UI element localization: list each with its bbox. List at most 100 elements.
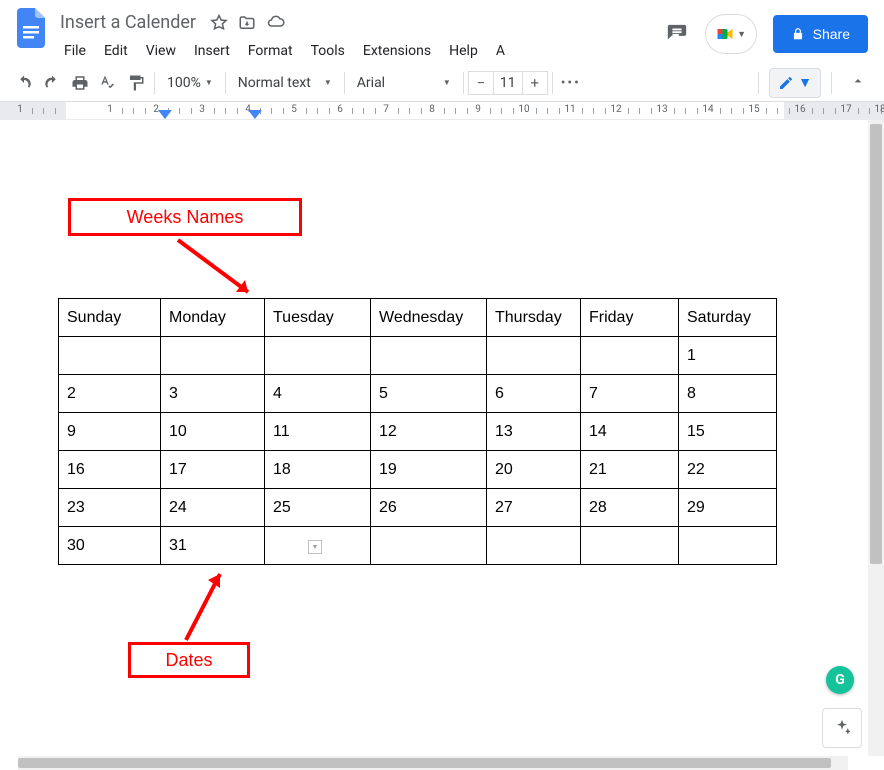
vertical-scroll-thumb[interactable] <box>870 124 882 564</box>
menu-edit[interactable]: Edit <box>96 39 136 63</box>
calendar-date-cell[interactable]: 20 <box>487 451 581 489</box>
paragraph-style-dropdown[interactable]: Normal text▼ <box>230 69 340 97</box>
calendar-date-cell[interactable]: 10 <box>161 413 265 451</box>
calendar-table[interactable]: SundayMondayTuesdayWednesdayThursdayFrid… <box>58 298 777 565</box>
menu-extensions[interactable]: Extensions <box>355 39 439 63</box>
table-cell-menu-icon[interactable]: ▼ <box>308 540 322 554</box>
calendar-date-cell[interactable]: 28 <box>581 489 679 527</box>
calendar-header-cell[interactable]: Wednesday <box>371 299 487 337</box>
calendar-date-cell[interactable]: 19 <box>371 451 487 489</box>
calendar-date-cell[interactable]: 7 <box>581 375 679 413</box>
more-toolbar-button[interactable]: ••• <box>557 69 585 97</box>
comments-icon[interactable] <box>665 22 689 46</box>
calendar-date-cell[interactable] <box>265 337 371 375</box>
menu-view[interactable]: View <box>138 39 184 63</box>
calendar-date-cell[interactable]: 30 <box>59 527 161 565</box>
calendar-date-cell[interactable]: 5 <box>371 375 487 413</box>
calendar-header-cell[interactable]: Tuesday <box>265 299 371 337</box>
calendar-date-cell[interactable] <box>161 337 265 375</box>
calendar-date-cell[interactable]: 4 <box>265 375 371 413</box>
left-indent-marker[interactable] <box>158 110 172 120</box>
editing-mode-button[interactable]: ▼ <box>769 68 821 98</box>
menu-format[interactable]: Format <box>240 39 301 63</box>
undo-button[interactable] <box>10 69 38 97</box>
calendar-date-cell[interactable]: 8 <box>679 375 777 413</box>
calendar-date-cell[interactable]: 6 <box>487 375 581 413</box>
menu-accessibility[interactable]: A <box>488 39 513 63</box>
font-dropdown[interactable]: Arial▼ <box>349 69 459 97</box>
horizontal-scrollbar[interactable] <box>18 756 848 770</box>
calendar-date-cell[interactable] <box>487 337 581 375</box>
table-row: 1 <box>59 337 777 375</box>
calendar-date-cell[interactable]: 13 <box>487 413 581 451</box>
font-size-decrease[interactable]: − <box>469 74 493 92</box>
calendar-date-cell[interactable]: 21 <box>581 451 679 489</box>
horizontal-scroll-thumb[interactable] <box>18 758 831 768</box>
calendar-date-cell[interactable] <box>371 337 487 375</box>
calendar-date-cell[interactable]: 12 <box>371 413 487 451</box>
move-folder-icon[interactable] <box>238 14 256 32</box>
calendar-date-cell[interactable] <box>59 337 161 375</box>
calendar-date-cell[interactable]: 24 <box>161 489 265 527</box>
calendar-date-cell[interactable]: 9 <box>59 413 161 451</box>
grammarly-icon[interactable]: G <box>826 666 854 694</box>
calendar-date-cell[interactable] <box>679 527 777 565</box>
document-title[interactable]: Insert a Calender <box>56 10 200 35</box>
menu-help[interactable]: Help <box>441 39 486 63</box>
calendar-date-cell[interactable]: 3 <box>161 375 265 413</box>
font-size-value[interactable]: 11 <box>493 72 523 94</box>
menu-file[interactable]: File <box>56 39 94 63</box>
menu-insert[interactable]: Insert <box>186 39 238 63</box>
ruler-number: 1 <box>17 104 23 115</box>
calendar-date-cell[interactable]: 26 <box>371 489 487 527</box>
calendar-header-cell[interactable]: Monday <box>161 299 265 337</box>
calendar-date-cell[interactable] <box>581 527 679 565</box>
calendar-date-cell[interactable]: 2 <box>59 375 161 413</box>
calendar-date-cell[interactable]: 15 <box>679 413 777 451</box>
calendar-date-cell[interactable]: 22 <box>679 451 777 489</box>
calendar-header-cell[interactable]: Sunday <box>59 299 161 337</box>
ruler-number: 1 <box>107 104 113 115</box>
docs-logo-icon[interactable] <box>12 8 52 48</box>
calendar-date-cell[interactable]: 16 <box>59 451 161 489</box>
calendar-date-cell[interactable] <box>487 527 581 565</box>
print-button[interactable] <box>66 69 94 97</box>
calendar-header-cell[interactable]: Friday <box>581 299 679 337</box>
explore-button[interactable] <box>822 708 862 748</box>
page[interactable]: Weeks Names Dates SundayMondayTuesdayWed… <box>0 120 855 756</box>
calendar-date-cell[interactable] <box>371 527 487 565</box>
calendar-date-cell[interactable]: 11 <box>265 413 371 451</box>
star-icon[interactable] <box>210 14 228 32</box>
calendar-header-cell[interactable]: Saturday <box>679 299 777 337</box>
paint-format-button[interactable] <box>122 69 150 97</box>
collapse-toolbar-button[interactable] <box>842 73 874 93</box>
calendar-date-cell[interactable]: 18 <box>265 451 371 489</box>
share-button[interactable]: Share <box>773 15 868 53</box>
document-area[interactable]: Weeks Names Dates SundayMondayTuesdayWed… <box>0 120 868 756</box>
calendar-date-cell[interactable]: 17 <box>161 451 265 489</box>
ruler-number: 14 <box>702 104 713 115</box>
calendar-date-cell[interactable]: 1 <box>679 337 777 375</box>
zoom-dropdown[interactable]: 100%▼ <box>159 69 221 97</box>
vertical-scrollbar[interactable] <box>868 120 884 756</box>
menu-tools[interactable]: Tools <box>303 39 353 63</box>
cloud-status-icon[interactable] <box>266 14 286 32</box>
ruler-number: 9 <box>475 104 481 115</box>
right-indent-marker[interactable] <box>248 110 262 120</box>
meet-button[interactable]: ▼ <box>705 14 757 54</box>
horizontal-ruler[interactable]: 1123456789101112131415161718 <box>0 102 884 120</box>
font-size-control: − 11 + <box>468 71 548 95</box>
calendar-date-cell[interactable]: 27 <box>487 489 581 527</box>
calendar-date-cell[interactable]: 29 <box>679 489 777 527</box>
ruler-number: 11 <box>564 104 575 115</box>
calendar-date-cell[interactable]: 31 <box>161 527 265 565</box>
redo-button[interactable] <box>38 69 66 97</box>
font-size-increase[interactable]: + <box>523 74 547 92</box>
table-row: 2345678 <box>59 375 777 413</box>
calendar-date-cell[interactable]: 23 <box>59 489 161 527</box>
calendar-date-cell[interactable]: 25 <box>265 489 371 527</box>
calendar-header-cell[interactable]: Thursday <box>487 299 581 337</box>
calendar-date-cell[interactable] <box>581 337 679 375</box>
calendar-date-cell[interactable]: 14 <box>581 413 679 451</box>
spellcheck-button[interactable] <box>94 69 122 97</box>
